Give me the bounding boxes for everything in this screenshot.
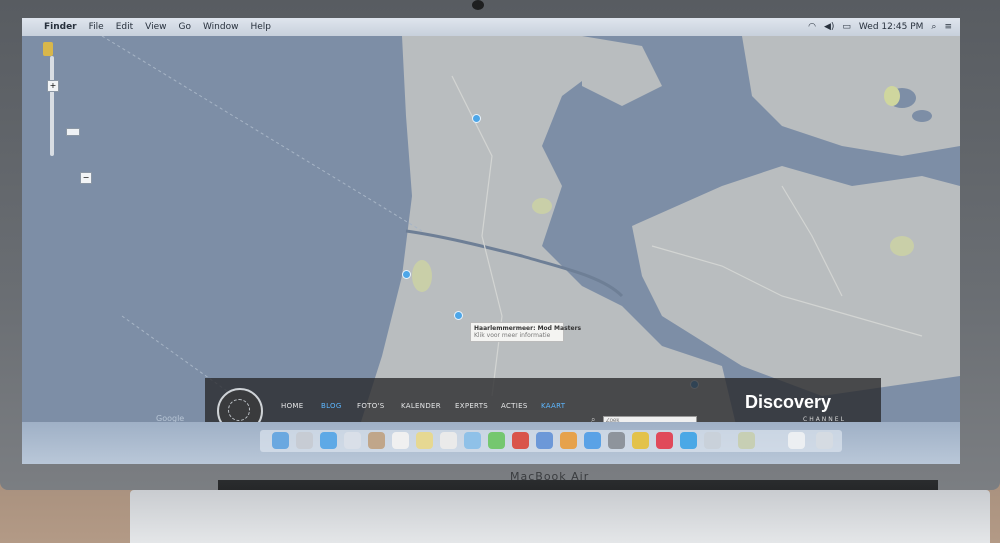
wifi-icon[interactable]: ◠ (808, 22, 816, 32)
mail-icon[interactable] (344, 432, 361, 449)
pocket-icon[interactable] (656, 432, 673, 449)
map-marker[interactable] (454, 311, 463, 320)
tooltip-title: Haarlemmermeer: Mod Masters (474, 325, 582, 332)
launchpad-icon[interactable] (296, 432, 313, 449)
zoom-in-button[interactable]: + (47, 80, 59, 92)
laptop-model-label: MacBook Air (510, 470, 590, 483)
menu-app-name[interactable]: Finder (44, 22, 77, 32)
document-icon[interactable] (788, 432, 805, 449)
map-park (890, 236, 914, 256)
menu-edit[interactable]: Edit (116, 22, 133, 32)
safari-icon[interactable] (320, 432, 337, 449)
app-store-icon[interactable] (584, 432, 601, 449)
itunes-icon[interactable] (536, 432, 553, 449)
menu-window[interactable]: Window (203, 22, 239, 32)
contacts-icon[interactable] (368, 432, 385, 449)
notification-center-icon[interactable]: ≡ (944, 22, 952, 32)
map-marker[interactable] (472, 114, 481, 123)
menubar-clock[interactable]: Wed 12:45 PM (859, 22, 923, 32)
battery-icon[interactable]: ▭ (842, 22, 851, 32)
dock (22, 422, 960, 464)
nav-acties[interactable]: ACTIES (501, 402, 528, 410)
discovery-logo[interactable]: Discovery (745, 392, 831, 413)
camera-icon (472, 0, 484, 10)
nav-home[interactable]: HOME (281, 402, 303, 410)
zoom-out-button[interactable]: − (80, 172, 92, 184)
preview-icon[interactable] (704, 432, 721, 449)
zoom-slider[interactable] (50, 56, 54, 156)
volume-icon[interactable]: ◀) (824, 22, 834, 32)
notes-icon[interactable] (416, 432, 433, 449)
map-view[interactable]: + − Haarlemmermeer: Mod Masters Klik voo… (22, 35, 960, 450)
nav-blog[interactable]: BLOG (321, 402, 342, 410)
zoom-slider-knob[interactable] (66, 128, 80, 136)
messages-icon[interactable] (488, 432, 505, 449)
street-view-pegman-icon[interactable] (43, 42, 53, 56)
facetime-icon[interactable] (512, 432, 529, 449)
menu-file[interactable]: File (89, 22, 104, 32)
map-lake (912, 110, 932, 122)
reminders-icon[interactable] (440, 432, 457, 449)
photos-icon[interactable] (464, 432, 481, 449)
folder-icon[interactable] (738, 432, 755, 449)
tooltip-subtitle: Klik voor meer informatie (474, 332, 551, 339)
map-park (412, 260, 432, 292)
menu-go[interactable]: Go (178, 22, 190, 32)
nav-experts[interactable]: EXPERTS (455, 402, 488, 410)
trash-icon[interactable] (816, 432, 833, 449)
map-park (884, 86, 900, 106)
nav-kalender[interactable]: KALENDER (401, 402, 441, 410)
finder-icon[interactable] (272, 432, 289, 449)
chrome-icon[interactable] (632, 432, 649, 449)
laptop-base (130, 490, 990, 543)
ibooks-icon[interactable] (560, 432, 577, 449)
map-tooltip[interactable]: Haarlemmermeer: Mod Masters Klik voor me… (470, 322, 582, 342)
menubar: Finder File Edit View Go Window Help ◠ ◀… (22, 18, 960, 36)
menu-view[interactable]: View (145, 22, 166, 32)
map-park (532, 198, 552, 214)
nav-fotos[interactable]: FOTO'S (357, 402, 385, 410)
nav-kaart[interactable]: KAART (541, 402, 565, 410)
calendar-icon[interactable] (392, 432, 409, 449)
map-marker[interactable] (402, 270, 411, 279)
spotlight-search-icon[interactable]: ⌕ (931, 22, 936, 32)
system-preferences-icon[interactable] (608, 432, 625, 449)
screen: Finder File Edit View Go Window Help ◠ ◀… (22, 18, 960, 464)
skype-icon[interactable] (680, 432, 697, 449)
menu-help[interactable]: Help (250, 22, 271, 32)
